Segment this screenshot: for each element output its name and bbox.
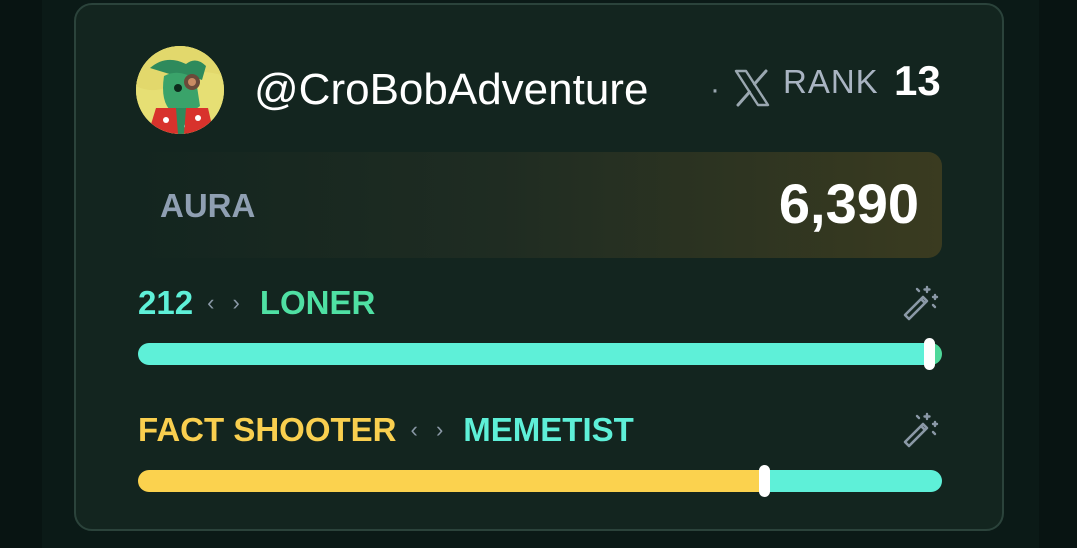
separator-dot: · — [710, 73, 720, 106]
avatar[interactable] — [136, 46, 224, 134]
trait-1-slider[interactable] — [138, 343, 942, 365]
magic-wand-icon[interactable] — [899, 283, 939, 323]
aura-label: AURA — [160, 187, 256, 224]
rank-label: RANK — [783, 63, 879, 100]
trait-2-slider-handle[interactable] — [759, 465, 770, 497]
aura-value: 6,390 — [778, 172, 919, 235]
trait-2-fill-left — [138, 470, 765, 492]
trait-2-fill-right — [765, 470, 942, 492]
x-logo-icon[interactable] — [730, 66, 774, 110]
magic-wand-icon[interactable] — [899, 410, 939, 450]
trait-2-right-label: MEMETIST — [463, 411, 634, 448]
trait-1-fill-left — [138, 343, 930, 365]
trait-row-1: 212 ‹ › LONER — [138, 283, 375, 323]
rank-value: 13 — [894, 57, 941, 104]
trait-2-left-label: FACT SHOOTER — [138, 411, 397, 448]
trait-1-slider-handle[interactable] — [924, 338, 935, 370]
trait-2-arrows[interactable]: ‹ › — [411, 410, 450, 450]
trait-2-slider[interactable] — [138, 470, 942, 492]
trait-1-right-label: LONER — [259, 284, 376, 321]
trait-1-arrows[interactable]: ‹ › — [207, 283, 246, 323]
profile-handle[interactable]: @CroBobAdventure — [254, 62, 648, 118]
trait-row-2: FACT SHOOTER ‹ › MEMETIST — [138, 410, 634, 450]
right-gutter — [1039, 0, 1077, 548]
left-gutter — [0, 0, 42, 548]
trait-1-left-label: 212 — [138, 284, 194, 321]
